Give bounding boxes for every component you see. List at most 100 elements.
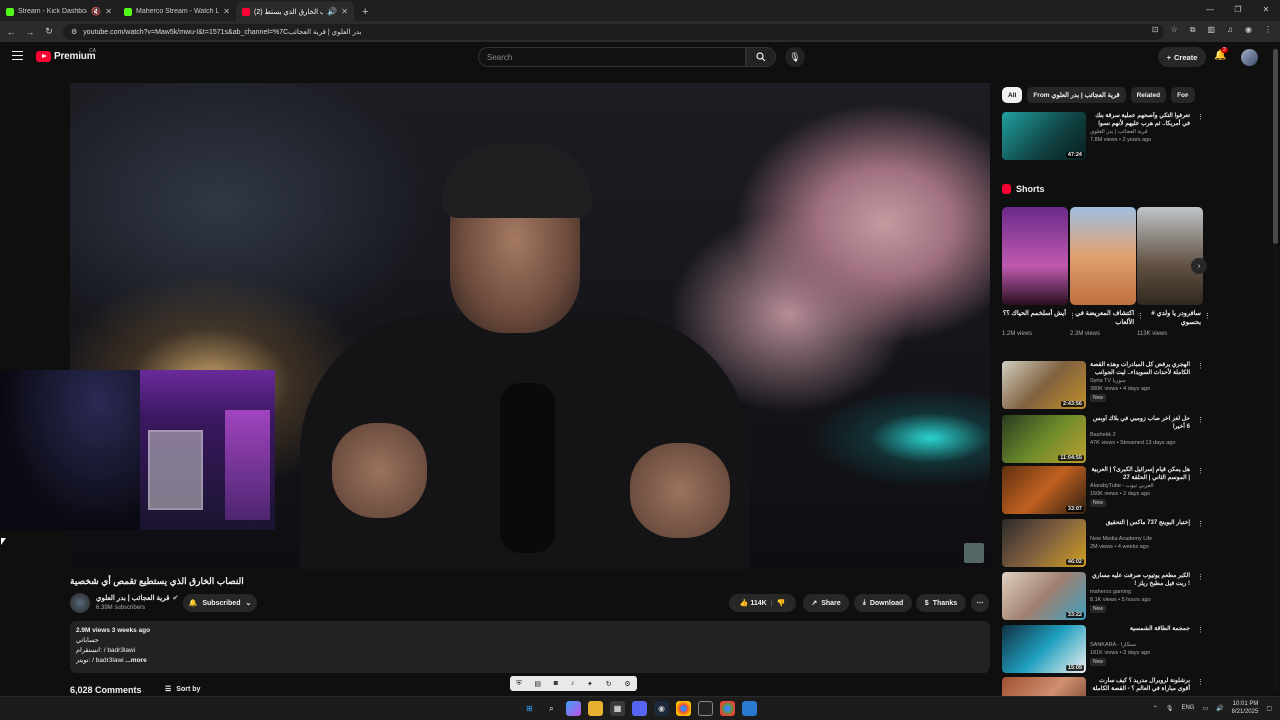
list-item[interactable]: 2:43:56 الهجري يرفض كل المبادرات وهذه ال… <box>1002 361 1204 411</box>
file-explorer-icon[interactable] <box>588 701 603 716</box>
rec-channel[interactable]: قرية العجائب | بدر العلوي <box>1090 129 1190 135</box>
microphone-icon[interactable]: 🎙 <box>1166 705 1174 712</box>
hamburger-menu-icon[interactable] <box>12 51 23 60</box>
kebab-menu-icon[interactable]: ⋮ <box>1197 573 1204 581</box>
rec-title[interactable]: الكبر مطعم يوتيوب صرفت عليه مساري ! ريت … <box>1090 572 1190 588</box>
list-item[interactable]: 33:22 الكبر مطعم يوتيوب صرفت عليه مساري … <box>1002 572 1204 622</box>
chevron-up-icon[interactable]: ⌃ <box>1153 705 1158 712</box>
short-thumbnail[interactable] <box>1070 207 1136 305</box>
kebab-menu-icon[interactable]: ⋮ <box>1197 678 1202 686</box>
show-more-link[interactable]: ...more <box>125 657 146 664</box>
new-tab-button[interactable]: + <box>354 6 376 21</box>
search-input[interactable]: Search <box>478 47 746 67</box>
store-icon[interactable]: ▦ <box>610 701 625 716</box>
subscribed-button[interactable]: 🔔 Subscribed ⌄ <box>183 594 257 612</box>
short-title[interactable]: اكتشاف المعريضة في الألعاب <box>1070 309 1136 329</box>
short-item[interactable]: أيش أسلخمم الحياك ؟؟ 1.2M views ⋮ <box>1002 207 1076 337</box>
video-thumbnail[interactable]: 11:04:55 <box>1002 415 1086 463</box>
voice-search-button[interactable]: 🎙 <box>785 47 805 67</box>
close-icon[interactable]: ✕ <box>223 7 230 16</box>
kebab-menu-icon[interactable]: ⋮ <box>1197 362 1204 370</box>
copilot-icon[interactable] <box>566 701 581 716</box>
rec-title[interactable]: جمجمة الطاقة الشمسية <box>1090 625 1190 641</box>
extensions-icon[interactable]: ⧉ <box>1190 25 1196 35</box>
kebab-menu-icon[interactable]: ⋮ <box>1197 113 1204 121</box>
create-button[interactable]: + Create <box>1158 47 1206 67</box>
description-box[interactable]: 2.9M views 3 weeks ago حساباتي انستقرام:… <box>70 621 990 673</box>
rec-title[interactable]: حل لغز آخر صاب زومبي في بلاك أوبس 6 أخير… <box>1090 415 1190 431</box>
page-scrollbar[interactable] <box>1273 44 1278 692</box>
rec-channel[interactable]: Syria TV سوريا <box>1090 378 1190 384</box>
refresh-icon[interactable]: ↻ <box>606 680 612 688</box>
channel-avatar[interactable] <box>70 593 90 613</box>
video-thumbnail[interactable]: 15:09 <box>1002 625 1086 673</box>
search-button[interactable] <box>746 47 776 67</box>
maximize-icon[interactable]: ❐ <box>1224 0 1252 20</box>
obs-icon[interactable] <box>698 701 713 716</box>
video-thumbnail[interactable]: 46:02 <box>1002 519 1086 567</box>
kebab-menu-icon[interactable]: ⋮ <box>1197 467 1204 475</box>
back-icon[interactable]: ← <box>6 27 16 37</box>
pin-icon[interactable]: ✦ <box>587 680 593 688</box>
chip-all[interactable]: All <box>1002 87 1023 103</box>
video-thumbnail[interactable]: 33:22 <box>1002 572 1086 620</box>
profile-icon[interactable]: ◉ <box>1245 25 1252 35</box>
notification-center-icon[interactable]: ▢ <box>1266 705 1272 712</box>
short-item[interactable]: اكتشاف المعريضة في الألعاب 2.3M views ⋮ <box>1070 207 1144 337</box>
close-icon[interactable]: ✕ <box>105 7 112 16</box>
bookmark-star-icon[interactable]: ☆ <box>1171 25 1178 35</box>
language-indicator[interactable]: ENG <box>1181 705 1194 711</box>
dislike-button[interactable]: 👎 <box>777 599 786 607</box>
camera-icon[interactable]: ◙ <box>554 680 558 687</box>
rec-channel[interactable]: AlarabyTube - العربي تيوب <box>1090 483 1190 489</box>
volume-icon[interactable]: ♪ <box>571 680 575 687</box>
rec-title[interactable]: برشلونة لروبرال مدريد ؟ كيف سارت أقوى مب… <box>1090 677 1190 693</box>
list-item[interactable]: برشلونة لروبرال مدريد ؟ كيف سارت أقوى مب… <box>1002 677 1202 696</box>
shield-icon[interactable]: ⛨ <box>516 680 521 688</box>
start-windows-icon[interactable]: ⊞ <box>522 701 537 716</box>
rec-title[interactable]: الهجري يرفض كل المبادرات وهذه القصة الكا… <box>1090 361 1190 377</box>
close-icon[interactable]: ✕ <box>341 7 348 16</box>
network-icon[interactable]: ▭ <box>1202 705 1208 712</box>
share-button[interactable]: ↗ Share <box>803 594 849 612</box>
chevron-right-icon[interactable]: › <box>1186 90 1189 99</box>
short-thumbnail[interactable] <box>1002 207 1068 305</box>
video-thumbnail[interactable]: 47:24 <box>1002 112 1086 160</box>
list-item[interactable]: 46:02 إختبار البوينج 737 ماكس | التحقيق … <box>1002 519 1204 569</box>
chip-for[interactable]: For <box>1171 87 1196 103</box>
browser-tab-3[interactable]: (2) النصاب الخارق الذي يستط 🔊 ✕ <box>236 2 354 21</box>
minimize-icon[interactable]: — <box>1196 0 1224 20</box>
channel-watermark[interactable] <box>964 543 984 563</box>
youtube-premium-logo[interactable]: Premium CA <box>36 48 96 62</box>
list-item[interactable]: 47:24 تعرفوا آلتكي وأصحهم عملية سرقة بنك… <box>1002 112 1204 162</box>
folder-icon[interactable]: ▤ <box>534 680 541 688</box>
like-button[interactable]: 👍 114K <box>740 599 767 607</box>
sidebar-icon[interactable]: ▥ <box>1207 25 1215 35</box>
scrollbar-thumb[interactable] <box>1273 49 1278 244</box>
app-icon[interactable] <box>742 701 757 716</box>
short-title[interactable]: أيش أسلخمم الحياك ؟؟ <box>1002 309 1068 329</box>
video-thumbnail[interactable] <box>1002 677 1086 696</box>
list-item[interactable]: 15:09 جمجمة الطاقة الشمسية SANKARA - سنك… <box>1002 625 1204 675</box>
kebab-menu-icon[interactable]: ⋮ <box>1197 626 1204 634</box>
rec-title[interactable]: هل يمكن قيام إسرائيل الكبرى؟ | العربية |… <box>1090 466 1190 482</box>
media-icon[interactable]: ♫ <box>1227 25 1233 35</box>
discord-icon[interactable] <box>632 701 647 716</box>
rec-channel[interactable]: Bashekk 2 <box>1090 432 1190 438</box>
settings-icon[interactable]: ⚙ <box>624 680 630 688</box>
install-icon[interactable]: ⊡ <box>1152 25 1159 35</box>
video-thumbnail[interactable]: 33:07 <box>1002 466 1086 514</box>
video-thumbnail[interactable]: 2:43:56 <box>1002 361 1086 409</box>
search-icon[interactable]: ⌕ <box>544 701 559 716</box>
kebab-menu-icon[interactable]: ⋮ <box>1197 520 1204 528</box>
reload-icon[interactable]: ↻ <box>44 26 54 37</box>
list-item[interactable]: 33:07 هل يمكن قيام إسرائيل الكبرى؟ | الع… <box>1002 466 1204 516</box>
close-window-icon[interactable]: ✕ <box>1252 0 1280 20</box>
chip-related[interactable]: Related <box>1130 87 1167 103</box>
kebab-menu-icon[interactable]: ⋮ <box>1204 312 1211 320</box>
more-actions-button[interactable]: ⋯ <box>971 594 989 612</box>
short-title[interactable]: سافرودر يا ولدي # بحسوي <box>1137 309 1203 329</box>
audio-icon[interactable]: 🔊 <box>327 7 337 16</box>
rec-channel[interactable]: SANKARA - سنكارا <box>1090 642 1190 648</box>
volume-icon[interactable]: 🔊 <box>1216 705 1223 712</box>
